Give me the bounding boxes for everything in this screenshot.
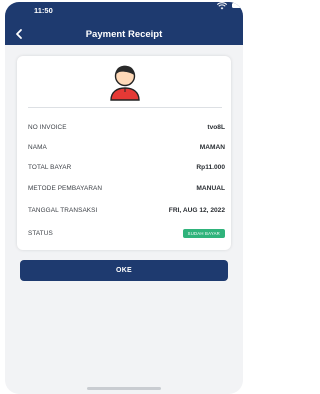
user-avatar-icon — [110, 65, 140, 101]
invoice-label: NO INVOICE — [28, 124, 67, 131]
row-total: TOTAL BAYAR Rp11.000 — [28, 164, 225, 176]
phone-screen: 11:50 Payment Receipt NO INVOICE tvo8L N — [5, 2, 243, 394]
receipt-card: NO INVOICE tvo8L NAMA MAMAN TOTAL BAYAR … — [17, 56, 231, 250]
battery-icon — [232, 3, 243, 8]
row-name: NAMA MAMAN — [28, 144, 225, 156]
name-label: NAMA — [28, 144, 47, 151]
page-title: Payment Receipt — [85, 29, 163, 40]
row-invoice: NO INVOICE tvo8L — [28, 124, 225, 136]
ok-button[interactable]: OKE — [20, 260, 228, 281]
row-status: STATUS SUDAH BAYAR — [28, 229, 225, 242]
total-label: TOTAL BAYAR — [28, 164, 72, 171]
date-label: TANGGAL TRANSAKSI — [28, 207, 98, 214]
status-time: 11:50 — [34, 6, 53, 15]
card-divider — [28, 107, 222, 108]
wifi-icon — [217, 2, 227, 10]
invoice-value: tvo8L — [207, 124, 225, 131]
date-value: FRI, AUG 12, 2022 — [168, 207, 225, 214]
method-label: METODE PEMBAYARAN — [28, 185, 103, 192]
status-badge: SUDAH BAYAR — [182, 229, 225, 238]
status-label: STATUS — [28, 230, 53, 237]
home-indicator[interactable] — [87, 387, 161, 390]
method-value: MANUAL — [196, 185, 225, 192]
app-header: 11:50 Payment Receipt — [5, 2, 243, 45]
total-value: Rp11.000 — [196, 164, 225, 171]
row-date: TANGGAL TRANSAKSI FRI, AUG 12, 2022 — [28, 207, 225, 219]
row-method: METODE PEMBAYARAN MANUAL — [28, 185, 225, 197]
name-value: MAMAN — [199, 144, 225, 151]
status-bar: 11:50 — [5, 2, 243, 18]
